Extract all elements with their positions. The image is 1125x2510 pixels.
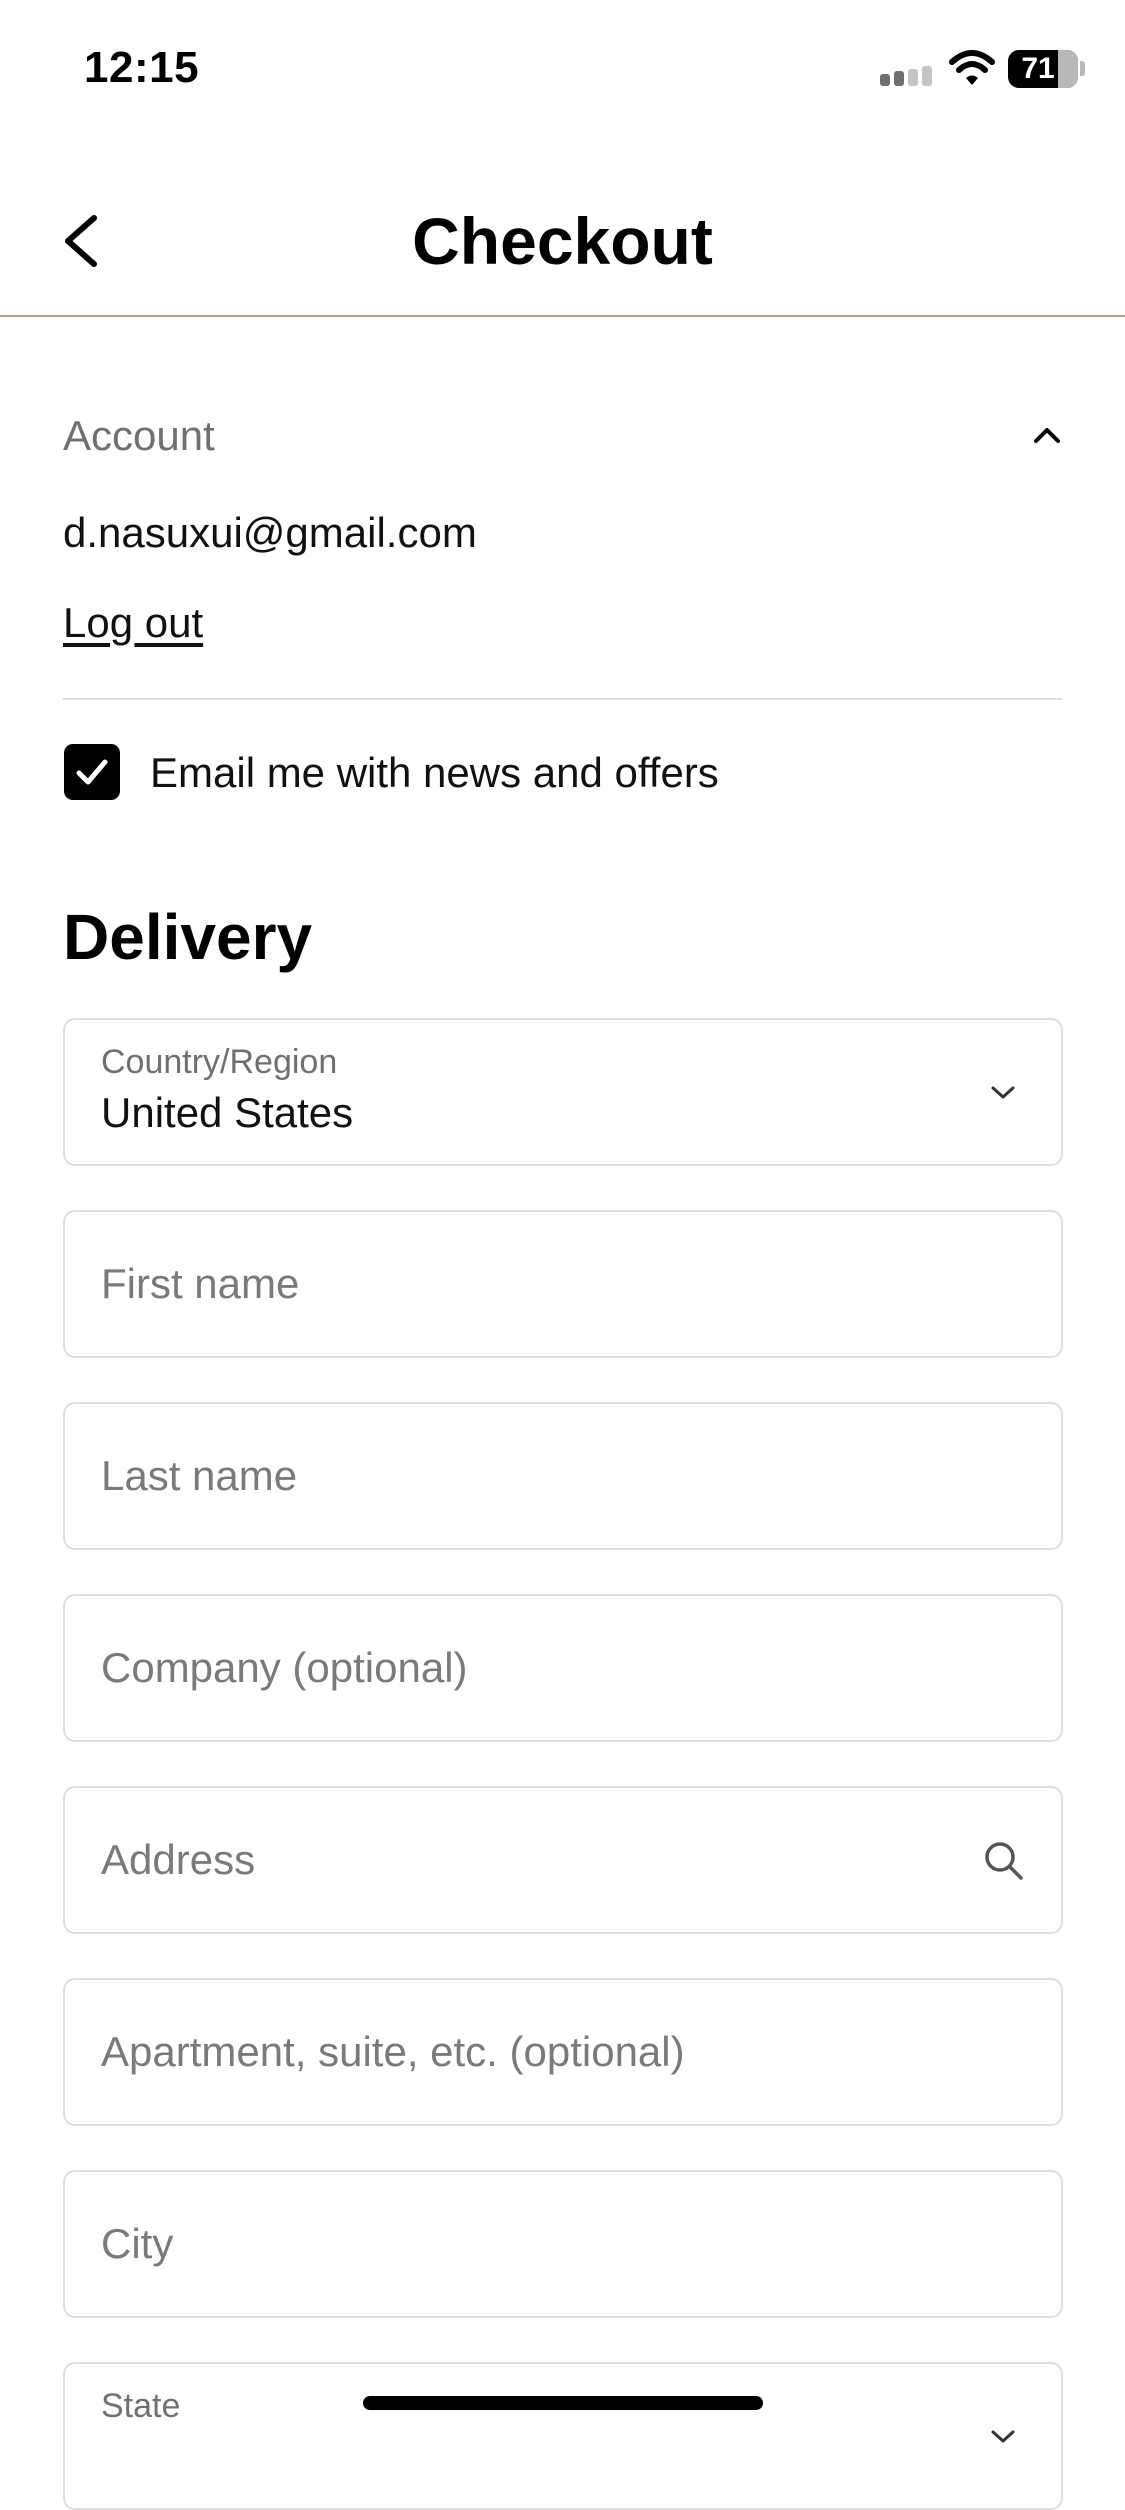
status-time: 12:15 xyxy=(84,43,200,92)
country-label: Country/Region xyxy=(101,1043,338,1081)
page-title: Checkout xyxy=(412,204,713,278)
search-icon[interactable] xyxy=(981,1838,1025,1882)
chevron-down-icon xyxy=(991,1086,1015,1099)
last-name-placeholder: Last name xyxy=(101,1452,298,1499)
last-name-field[interactable]: Last name xyxy=(63,1402,1063,1550)
account-email: d.nasuxui@gmail.com xyxy=(63,509,477,556)
address-placeholder: Address xyxy=(101,1836,256,1883)
account-label: Account xyxy=(63,412,215,459)
first-name-placeholder: First name xyxy=(101,1260,300,1307)
home-indicator xyxy=(363,2396,763,2410)
apartment-field[interactable]: Apartment, suite, etc. (optional) xyxy=(63,1978,1063,2126)
newsletter-checkbox[interactable] xyxy=(64,744,120,800)
checkmark-icon xyxy=(76,759,108,785)
wifi-icon xyxy=(949,50,995,85)
chevron-left-icon xyxy=(65,215,97,267)
city-field[interactable]: City xyxy=(63,2170,1063,2318)
country-select[interactable]: Country/Region United States xyxy=(63,1018,1063,1166)
first-name-field[interactable]: First name xyxy=(63,1210,1063,1358)
back-button[interactable] xyxy=(50,200,120,282)
battery-cap xyxy=(1080,61,1085,76)
logout-link[interactable]: Log out xyxy=(63,598,203,648)
state-select[interactable]: State xyxy=(63,2362,1063,2510)
city-placeholder: City xyxy=(101,2220,174,2267)
delivery-title: Delivery xyxy=(63,901,313,973)
apartment-placeholder: Apartment, suite, etc. (optional) xyxy=(101,2028,685,2075)
company-placeholder: Company (optional) xyxy=(101,1644,468,1691)
chevron-down-icon xyxy=(991,2430,1015,2443)
cellular-signal-icon xyxy=(880,66,934,86)
country-value: United States xyxy=(101,1089,354,1136)
state-label: State xyxy=(101,2387,181,2425)
chevron-up-icon[interactable] xyxy=(1030,418,1064,452)
battery-level: 71 xyxy=(1021,52,1055,85)
battery-icon: 71 xyxy=(1008,50,1078,88)
newsletter-label[interactable]: Email me with news and offers xyxy=(150,748,719,798)
account-divider xyxy=(63,698,1062,700)
address-field[interactable]: Address xyxy=(63,1786,1063,1934)
company-field[interactable]: Company (optional) xyxy=(63,1594,1063,1742)
header-divider xyxy=(0,315,1125,317)
